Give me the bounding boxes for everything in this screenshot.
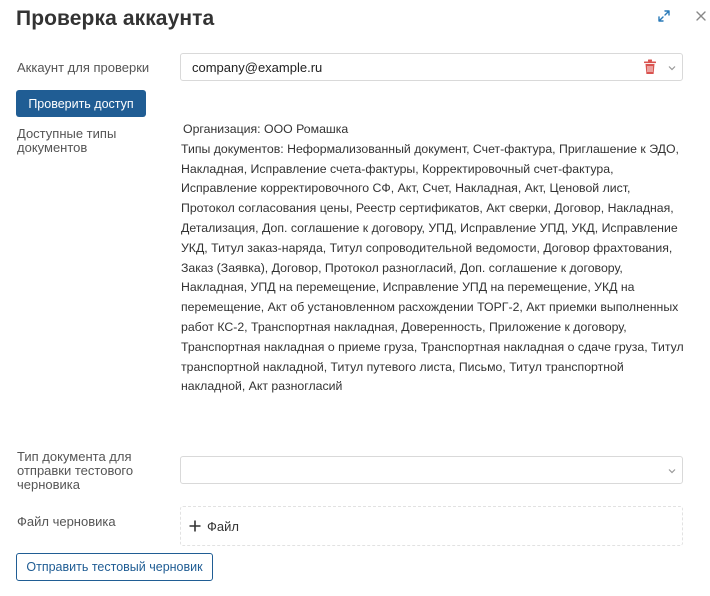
account-select[interactable]: company@example.ru [180,53,683,81]
expand-icon[interactable] [657,9,671,23]
check-access-button[interactable]: Проверить доступ [16,90,146,117]
test-doc-type-label: Тип документа для отправки тестового чер… [17,449,134,492]
draft-file-label: Файл черновика [17,514,116,529]
doc-types-info: Организация: ООО Ромашка Типы документов… [181,120,686,397]
test-doc-type-select[interactable] [180,456,683,484]
account-value: company@example.ru [192,60,323,75]
organization-text: Организация: ООО Ромашка [183,122,349,136]
chevron-down-icon[interactable] [667,63,677,73]
account-label: Аккаунт для проверки [17,60,150,75]
doc-types-label: Доступные типы документов [17,126,117,155]
trash-icon[interactable] [643,59,657,75]
doc-types-text: Типы документов: Неформализованный докум… [181,141,684,394]
send-test-draft-button[interactable]: Отправить тестовый черновик [16,553,213,581]
page-title: Проверка аккаунта [16,7,215,30]
add-file-label[interactable]: Файл [207,519,239,534]
file-dropzone[interactable]: Файл [180,506,683,546]
plus-icon [189,520,201,532]
close-icon[interactable] [694,9,708,23]
chevron-down-icon[interactable] [667,466,677,476]
